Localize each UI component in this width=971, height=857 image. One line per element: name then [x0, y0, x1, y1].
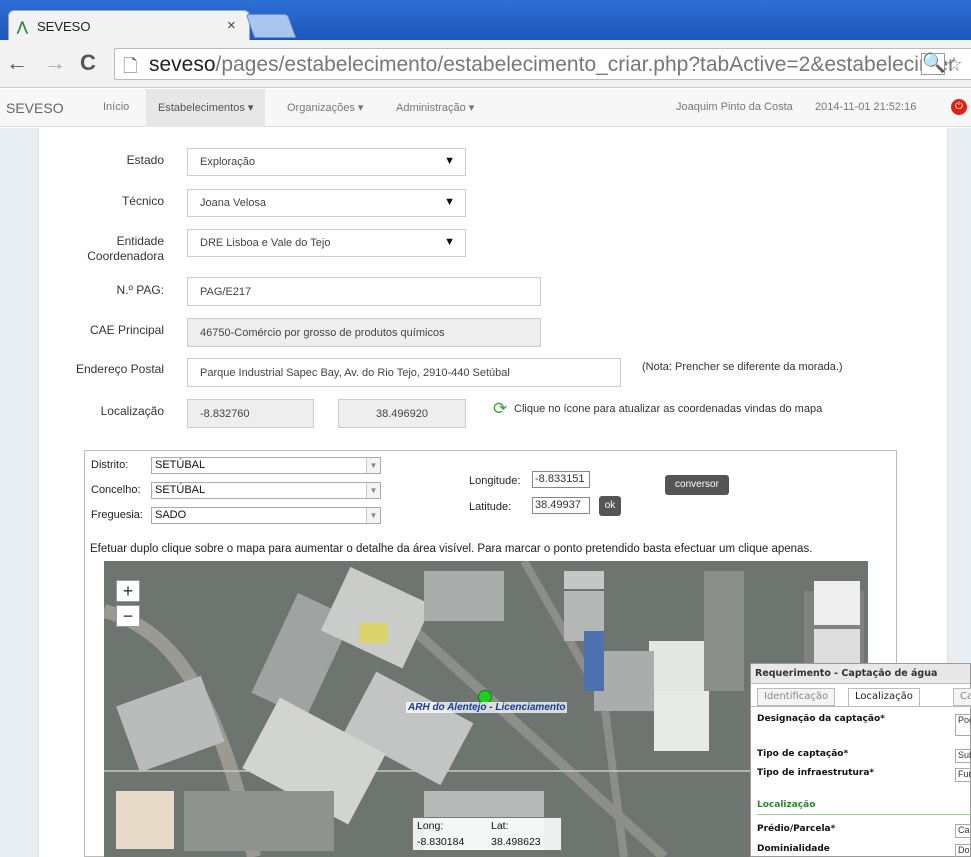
estado-select[interactable]: Exploração ▼ [187, 148, 466, 176]
chevron-down-icon: ▼ [366, 483, 380, 498]
distrito-value: SETÚBAL [155, 459, 206, 471]
npag-input[interactable]: PAG/E217 [187, 277, 541, 306]
tipo-captacao-label: Tipo de captação* [757, 749, 849, 759]
entidade-select[interactable]: DRE Lisboa e Vale do Tejo ▼ [187, 229, 466, 257]
dropdown-arrow-icon: ▼ [444, 196, 455, 208]
app-navbar: SEVESO Início Estabelecimentos ▾ Organiz… [0, 89, 971, 127]
cursor-coordinates: Long: Lat: -8.830184 38.498623 [412, 817, 562, 851]
current-datetime: 2014-11-01 21:52:16 [815, 101, 917, 113]
browser-toolbar: ← → C 🗋 seveso/pages/estabelecimento/est… [0, 40, 971, 88]
cursor-long-label: Long: [417, 820, 444, 832]
entidade-label-line2: Coordenadora [87, 249, 164, 263]
concelho-label: Concelho: [91, 484, 141, 496]
concelho-value: SETÚBAL [155, 484, 206, 496]
tipo-captacao-select[interactable]: Sub [955, 749, 971, 763]
lat-input: 38.496920 [338, 399, 466, 428]
address-bar[interactable]: 🗋 seveso/pages/estabelecimento/estabelec… [114, 48, 971, 80]
bookmark-star-icon[interactable]: ☆ [945, 52, 963, 77]
endereco-note: (Nota: Prencher se diferente da morada.) [642, 361, 843, 373]
back-icon[interactable]: ← [6, 50, 28, 76]
refresh-note: Clique no ícone para atualizar as coorde… [514, 403, 823, 415]
freguesia-value: SADO [155, 509, 187, 521]
latitude-label: Latitude: [469, 501, 512, 513]
nav-organizacoes[interactable]: Organizações ▾ [287, 101, 363, 114]
section-localizacao: Localização [757, 800, 816, 810]
cae-input: 46750-Comércio por grosso de produtos qu… [187, 318, 541, 347]
tab-title: SEVESO [37, 19, 91, 34]
logout-power-icon[interactable]: ⏻ [951, 99, 967, 115]
tipo-infra-label: Tipo de infraestrutura* [757, 768, 875, 778]
cursor-lat-label: Lat: [491, 820, 509, 832]
estado-label: Estado [126, 153, 164, 167]
browser-tab[interactable]: ⋀ SEVESO × [8, 10, 250, 40]
predio-label: Prédio/Parcela* [757, 824, 836, 834]
dominialidade-select[interactable]: Do [955, 844, 971, 857]
close-tab-icon[interactable]: × [227, 17, 236, 34]
new-tab-button[interactable] [245, 14, 297, 38]
search-icon[interactable]: 🔍 [921, 53, 946, 75]
page-icon: 🗋 [123, 56, 138, 76]
conversor-button[interactable]: conversor [665, 475, 729, 495]
reload-icon[interactable]: C [80, 50, 96, 76]
predio-select[interactable]: Ca [955, 824, 971, 838]
concelho-select[interactable]: SETÚBAL ▼ [151, 482, 381, 499]
entidade-select-value: DRE Lisboa e Vale do Tejo [200, 237, 331, 249]
requerimento-popup: Requerimento - Captação de água Identifi… [750, 663, 971, 857]
designacao-input[interactable]: Poç [955, 714, 971, 736]
seveso-favicon-icon: ⋀ [17, 19, 28, 34]
endereco-label: Endereço Postal [75, 362, 164, 376]
dropdown-arrow-icon: ▼ [444, 155, 455, 167]
chevron-down-icon: ▼ [366, 458, 380, 473]
tab-identificacao[interactable]: Identificação [757, 688, 836, 706]
ok-button[interactable]: ok [599, 496, 621, 516]
entidade-label-line1: Entidade [116, 234, 164, 248]
latitude-input[interactable]: 38.49937 [532, 497, 590, 514]
nav-administracao[interactable]: Administração ▾ [396, 101, 474, 114]
map-hint: Efetuar duplo clique sobre o mapa para a… [90, 543, 813, 555]
tecnico-label: Técnico [121, 194, 164, 208]
cae-label: CAE Principal [89, 323, 164, 337]
cursor-long-value: -8.830184 [417, 836, 465, 848]
browser-tabstrip: ⋀ SEVESO × [0, 0, 971, 40]
tipo-infra-select[interactable]: Fur [955, 768, 971, 782]
tab-ca[interactable]: Ca [953, 688, 971, 706]
dropdown-arrow-icon: ▼ [444, 236, 455, 248]
longitude-input[interactable]: -8.833151 [532, 471, 590, 488]
designacao-label: Designação da captação* [757, 714, 885, 724]
url-text: seveso/pages/estabelecimento/estabelecim… [149, 53, 956, 76]
current-user: Joaquim Pinto da Costa [676, 101, 793, 113]
tab-divider [751, 706, 971, 707]
tecnico-select-value: Joana Velosa [200, 197, 267, 209]
localizacao-label: Localização [100, 404, 164, 418]
tecnico-select[interactable]: Joana Velosa ▼ [187, 189, 466, 217]
estado-select-value: Exploração [200, 156, 256, 168]
tab-localizacao[interactable]: Localização [848, 688, 920, 706]
npag-label: N.º PAG: [116, 283, 164, 297]
distrito-label: Distrito: [91, 459, 129, 471]
forward-icon[interactable]: → [44, 50, 66, 76]
app-brand[interactable]: SEVESO [6, 100, 64, 116]
chevron-down-icon: ▼ [366, 508, 380, 523]
freguesia-label: Freguesia: [91, 509, 143, 521]
distrito-select[interactable]: SETÚBAL ▼ [151, 457, 381, 474]
zoom-in-button[interactable]: + [116, 580, 140, 602]
cursor-lat-value: 38.498623 [491, 836, 541, 848]
longitude-label: Longitude: [469, 475, 521, 487]
section-divider [757, 814, 971, 815]
dominialidade-label: Dominialidade [757, 844, 830, 854]
refresh-coords-icon[interactable]: ⟳ [493, 399, 507, 419]
marker-label: ARH do Alentejo - Licenciamento [406, 702, 568, 713]
long-input: -8.832760 [187, 399, 314, 428]
zoom-out-button[interactable]: − [116, 605, 140, 627]
nav-inicio[interactable]: Início [103, 101, 129, 113]
endereco-input[interactable]: Parque Industrial Sapec Bay, Av. do Rio … [187, 358, 621, 387]
freguesia-select[interactable]: SADO ▼ [151, 507, 381, 524]
nav-estabelecimentos[interactable]: Estabelecimentos ▾ [146, 89, 266, 127]
popup-title: Requerimento - Captação de água [751, 664, 970, 684]
